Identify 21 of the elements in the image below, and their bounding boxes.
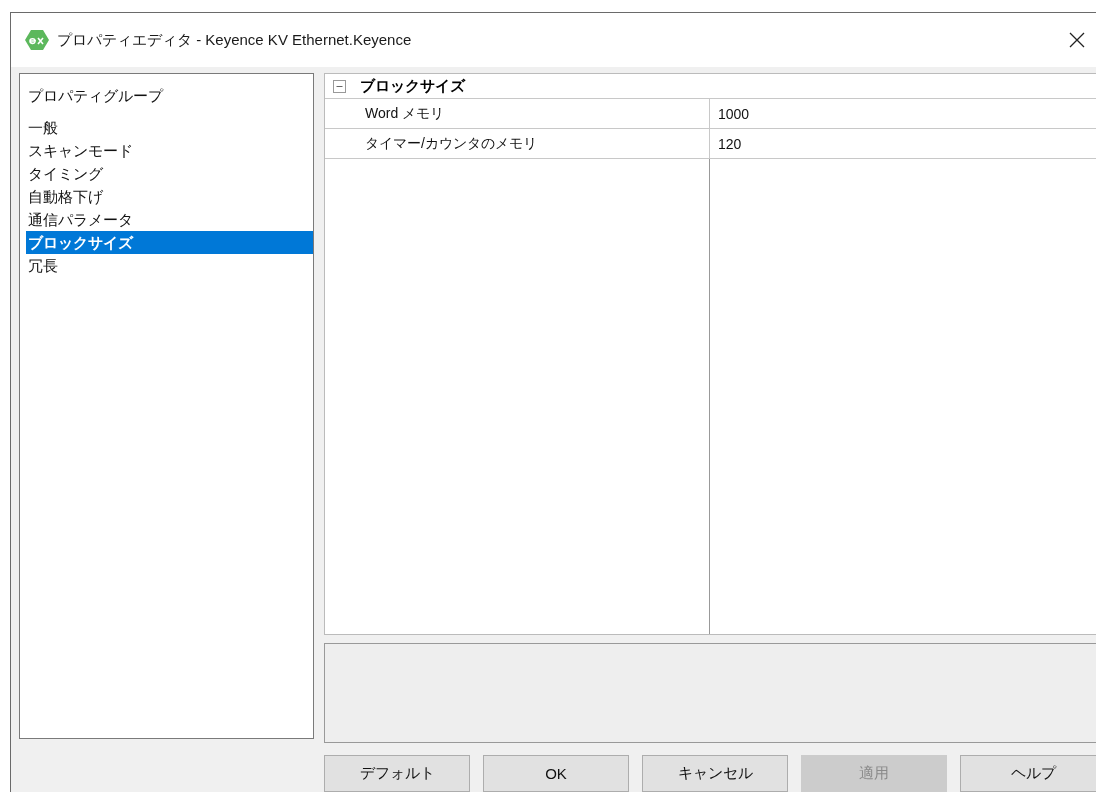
collapse-icon[interactable] xyxy=(333,79,346,93)
list-heading: プロパティグループ xyxy=(28,86,165,106)
dialog-button[interactable]: OK xyxy=(483,755,629,792)
property-name[interactable]: タイマー/カウンタのメモリ xyxy=(325,129,710,158)
property-group-item[interactable]: 冗長 xyxy=(26,254,313,277)
window-title: プロパティエディタ - Keyence KV Ethernet.Keyence xyxy=(57,30,413,50)
property-value[interactable]: 1000 xyxy=(710,99,1096,128)
property-name[interactable]: Word メモリ xyxy=(325,99,710,128)
property-group-item[interactable]: スキャンモード xyxy=(26,139,313,162)
property-group-item[interactable]: 一般 xyxy=(26,116,313,139)
app-logo-icon xyxy=(25,29,49,51)
property-group-item[interactable]: 通信パラメータ xyxy=(26,208,313,231)
dialog-button[interactable]: デフォルト xyxy=(324,755,470,792)
dialog-button[interactable]: キャンセル xyxy=(642,755,788,792)
property-group-item[interactable]: ブロックサイズ xyxy=(26,231,313,254)
dialog-button[interactable]: ヘルプ xyxy=(960,755,1096,792)
property-group-item[interactable]: 自動格下げ xyxy=(26,185,313,208)
close-icon[interactable] xyxy=(1068,31,1086,49)
category-label: ブロックサイズ xyxy=(360,76,465,96)
property-value[interactable]: 120 xyxy=(710,129,1096,158)
property-group-item[interactable]: タイミング xyxy=(26,162,313,185)
